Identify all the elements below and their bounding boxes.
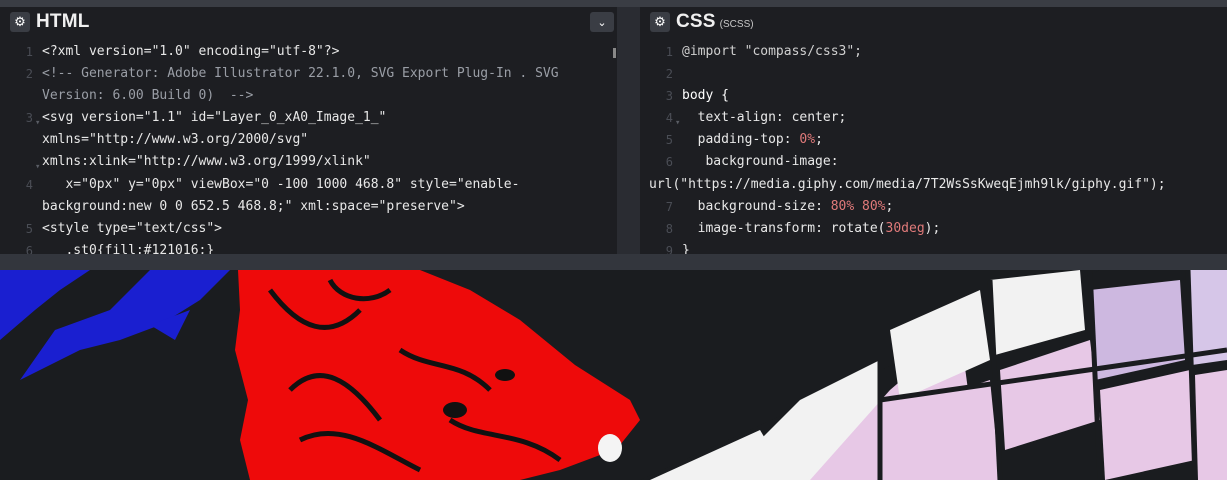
top-strip [0, 0, 1227, 7]
code-line: 2 <!-- Generator: Adobe Illustrator 22.1.… [25, 66, 559, 82]
code-line: Version: 6.00 Build 0) --> [42, 88, 254, 104]
css-panel-header: ⚙ CSS (SCSS) [640, 7, 1227, 37]
preview-resize-bar[interactable] [0, 254, 1227, 270]
html-settings-gear-icon[interactable]: ⚙ [10, 12, 30, 32]
code-line: xmlns="http://www.w3.org/2000/svg" [42, 132, 309, 148]
code-line: 5 padding-top: 0%; [665, 132, 823, 148]
code-line: 5 <style type="text/css"> [25, 220, 223, 236]
css-editor-panel: ⚙ CSS (SCSS) ▾ 1 @import "compass/css3"; … [640, 7, 1227, 254]
result-preview [0, 270, 1227, 480]
code-line: url("https://media.giphy.com/media/7T2Ws… [649, 176, 1166, 192]
preview-artwork [0, 270, 1227, 480]
css-panel-title: CSS [676, 11, 716, 32]
code-line: 3 <svg version="1.1" id="Layer_0_xA0_Imag… [25, 110, 387, 126]
code-line: 6 background-image: [665, 154, 839, 170]
code-line: 4 text-align: center; [665, 110, 847, 126]
fold-arrow-icon[interactable]: ▾ [675, 112, 680, 134]
code-line: xmlns:xlink="http://www.w3.org/1999/xlin… [42, 154, 371, 170]
html-code-editor[interactable]: ▾ ▾ ▾ 1<?xml version="1.0" encoding="utf… [0, 37, 617, 254]
code-line: 3 body { [665, 88, 729, 104]
fold-arrow-icon[interactable]: ▾ [35, 112, 40, 134]
code-line: background:new 0 0 652.5 468.8;" xml:spa… [42, 198, 465, 214]
css-preprocessor-label: (SCSS) [719, 19, 754, 30]
html-panel-title: HTML [36, 11, 90, 32]
code-line: 6 .st0{fill:#121016;} [25, 242, 215, 254]
code-line: 1 <?xml version="1.0" encoding="utf-8"?> [25, 44, 340, 59]
code-line: 2 [665, 67, 673, 82]
html-panel-header: ⚙ HTML ⌄ [0, 7, 617, 37]
scrollbar-thumb[interactable] [613, 48, 616, 58]
css-code-editor[interactable]: ▾ 1 @import "compass/css3"; 2 3 body { 4 t… [640, 37, 1227, 254]
code-line: 1 @import "compass/css3"; [665, 44, 863, 59]
pane-resize-divider[interactable] [617, 7, 640, 254]
code-line: 4 x="0px" y="0px" viewBox="0 -100 1000 4… [25, 176, 520, 192]
fold-arrow-icon[interactable]: ▾ [35, 156, 40, 178]
code-line: 9} [665, 242, 690, 254]
css-settings-gear-icon[interactable]: ⚙ [650, 12, 670, 32]
code-line: 7 background-size: 80% 80%; [665, 198, 894, 214]
code-line: 8 image-transform: rotate(30deg); [665, 220, 941, 236]
html-editor-panel: ⚙ HTML ⌄ ▾ ▾ ▾ 1<?xml version="1.0" enco… [0, 7, 617, 254]
chevron-down-icon[interactable]: ⌄ [590, 12, 614, 32]
